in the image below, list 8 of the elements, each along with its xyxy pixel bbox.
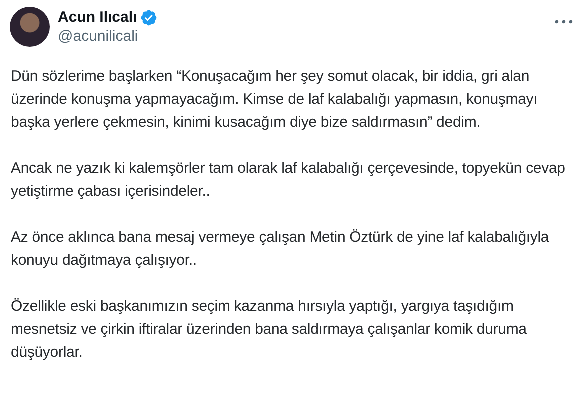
tweet-paragraph: Dün sözlerime başlarken “Konuşacağım her şey somut olacak, bir iddia, gri alan üzerinde konuşma yapmayacağım. Kimse de laf kalabalığı yapmasın, konuşmayı başka yerlere çekmesin, kinimi kusacağım diye bize saldırmasın” dedim. — [11, 67, 539, 133]
avatar[interactable] — [10, 7, 50, 47]
more-options-icon[interactable] — [555, 20, 573, 24]
author-handle[interactable]: @acunilicali — [58, 27, 158, 47]
tweet-paragraph: Ancak ne yazık ki kalemşörler tam olarak laf kalabalığı çerçevesinde, topyekün cevap yetiştirme çabası içerisindeler.. — [11, 159, 566, 202]
author-name[interactable]: Acun Ilıcalı — [58, 8, 138, 27]
tweet-paragraph: Özellikle eski başkanımızın seçim kazanma hırsıyla yaptığı, yargıya taşıdığım mesnetsiz ve çirkin iftiralar üzerinden bana saldırmaya çalışanlar komik duruma düşüyorlar. — [11, 297, 528, 363]
tweet-paragraph: Az önce aklınca bana mesaj vermeye çalışan Metin Öztürk de yine laf kalabalığıyla konuyu dağıtmaya çalışıyor.. — [11, 228, 550, 271]
